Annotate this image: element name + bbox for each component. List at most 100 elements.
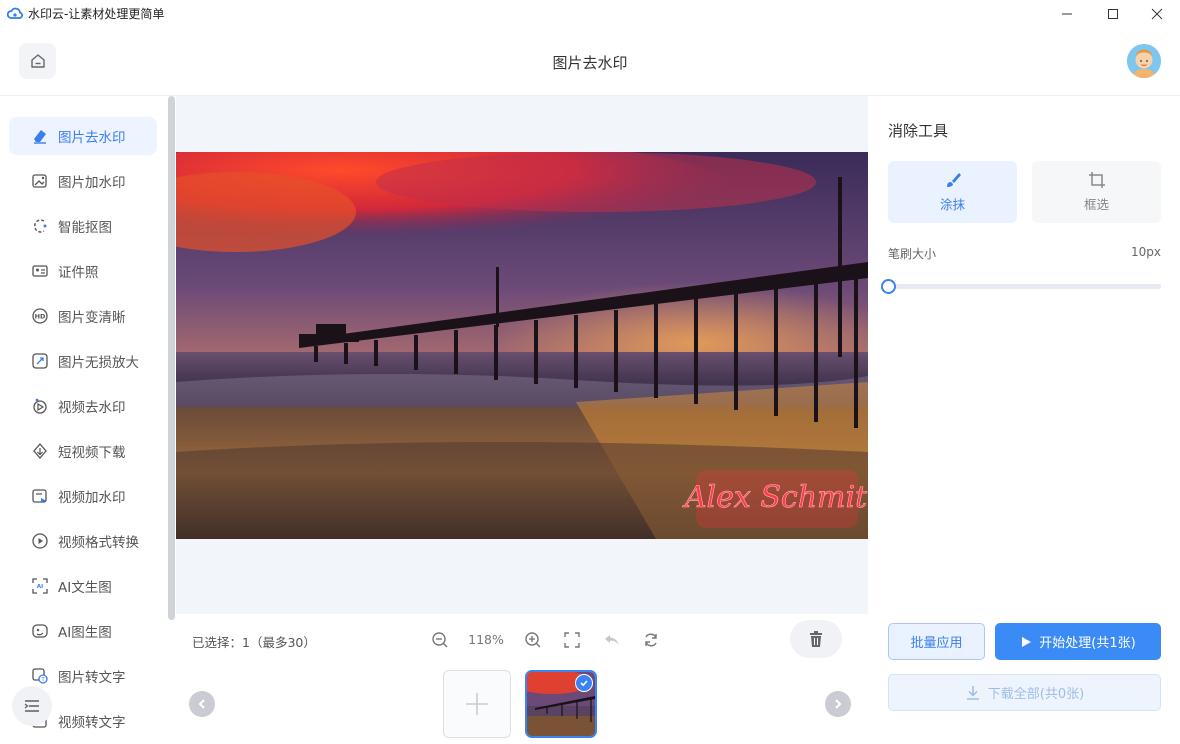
svg-text:Alex Schmit: Alex Schmit <box>682 480 868 515</box>
crop-icon <box>1088 172 1105 188</box>
sidebar-item-image-sharpen[interactable]: HD 图片变清晰 <box>9 297 157 335</box>
next-image-button[interactable] <box>825 691 851 717</box>
panel-heading: 消除工具 <box>888 122 949 140</box>
download-all-label: 下载全部(共0张) <box>987 687 1085 702</box>
zoom-out-icon <box>432 632 448 648</box>
sidebar-item-lossless-enlarge[interactable]: 图片无损放大 <box>9 342 157 380</box>
box-select-mode-label: 框选 <box>1083 197 1109 212</box>
play-icon <box>1022 636 1032 647</box>
sidebar-item-ai-text-to-image[interactable]: AI AI文生图 <box>9 567 157 605</box>
video-eraser-icon <box>31 397 49 415</box>
sidebar-item-label: AI文生图 <box>58 580 112 596</box>
home-icon <box>30 54 45 68</box>
brush-icon <box>946 173 961 187</box>
trash-icon <box>810 631 822 647</box>
close-button[interactable] <box>1134 0 1180 28</box>
home-button[interactable] <box>19 43 56 79</box>
thumbnail-selected-check <box>575 674 593 692</box>
paint-mode-label: 涂抹 <box>939 197 965 212</box>
plus-icon <box>466 693 488 715</box>
batch-apply-button[interactable]: 批量应用 <box>888 623 985 660</box>
sidebar-item-label: 视频去水印 <box>58 400 126 416</box>
sidebar-item-short-video-download[interactable]: 短视频下载 <box>9 432 157 470</box>
download-icon <box>966 685 979 700</box>
start-processing-button[interactable]: 开始处理(共1张) <box>995 623 1161 660</box>
editing-image[interactable]: Alex Schmit <box>176 152 868 539</box>
reset-button[interactable] <box>640 629 662 651</box>
sidebar-item-video-watermark-add[interactable]: 视频加水印 <box>9 477 157 515</box>
box-select-mode-button[interactable]: 框选 <box>1032 161 1161 223</box>
undo-button[interactable] <box>601 629 623 651</box>
sidebar-item-label: AI图生图 <box>58 625 112 641</box>
zoom-level: 118% <box>468 632 504 647</box>
svg-text:AI: AI <box>37 584 43 590</box>
image-add-icon <box>31 172 49 190</box>
menu-icon <box>24 700 39 712</box>
sidebar-item-ai-image-to-image[interactable]: AI图生图 <box>9 612 157 650</box>
fit-screen-button[interactable] <box>561 629 583 651</box>
sidebar-item-video-watermark-remove[interactable]: 视频去水印 <box>9 387 157 425</box>
sidebar-item-label: 图片转文字 <box>58 670 126 686</box>
sidebar-item-label: 视频加水印 <box>58 490 126 506</box>
previous-image-button[interactable] <box>189 691 215 717</box>
sidebar-item-label: 短视频下载 <box>58 445 126 461</box>
minimize-button[interactable] <box>1044 0 1090 28</box>
brush-size-label: 笔刷大小 <box>888 247 937 261</box>
zoom-out-button[interactable] <box>429 629 451 651</box>
svg-text:HD: HD <box>35 313 46 321</box>
eraser-icon <box>31 127 49 145</box>
ocr-icon: T <box>31 667 49 685</box>
sidebar-item-label: 图片去水印 <box>58 130 126 146</box>
start-processing-label: 开始处理(共1张) <box>1039 636 1136 651</box>
sidebar-item-image-watermark-remove[interactable]: 图片去水印 <box>9 117 157 155</box>
cutout-icon <box>31 217 49 235</box>
chevron-right-icon <box>835 699 842 709</box>
enlarge-icon <box>31 352 49 370</box>
sidebar-item-label: 视频格式转换 <box>58 535 139 551</box>
sidebar-item-label: 智能抠图 <box>58 220 112 236</box>
paint-mode-button[interactable]: 涂抹 <box>888 161 1017 223</box>
hd-icon: HD <box>31 307 49 325</box>
zoom-in-icon <box>525 632 541 648</box>
window-title: 水印云-让素材处理更简单 <box>28 7 165 21</box>
add-image-button[interactable] <box>443 670 511 738</box>
video-convert-icon <box>31 532 49 550</box>
sidebar-item-label: 图片无损放大 <box>58 355 139 371</box>
sidebar-item-id-photo[interactable]: 证件照 <box>9 252 157 290</box>
brush-size-slider-handle[interactable] <box>880 279 896 294</box>
chevron-left-icon <box>198 699 205 709</box>
video-download-icon <box>31 442 49 460</box>
selected-count: 已选择：1（最多30） <box>192 635 316 650</box>
brush-size-value: 10px <box>1131 245 1161 259</box>
app-logo-icon <box>6 6 23 22</box>
menu-toggle-button[interactable] <box>12 686 52 726</box>
sidebar-item-label: 视频转文字 <box>58 715 126 731</box>
refresh-icon <box>645 633 657 647</box>
undo-icon <box>605 635 619 645</box>
check-icon <box>580 680 588 687</box>
ai-text-image-icon: AI <box>31 577 49 595</box>
video-add-icon <box>31 487 49 505</box>
delete-button[interactable] <box>790 620 842 658</box>
sidebar-item-label: 图片变清晰 <box>58 310 126 326</box>
close-icon <box>1151 8 1163 20</box>
ai-image-image-icon <box>31 622 49 640</box>
zoom-in-button[interactable] <box>522 629 544 651</box>
user-avatar[interactable] <box>1127 44 1161 78</box>
minimize-icon <box>1062 13 1072 15</box>
sidebar: 图片去水印 图片加水印 智能抠图 证件照 HD 图片变清晰 图片无损放大 视频去… <box>0 96 176 744</box>
sidebar-item-smart-cutout[interactable]: 智能抠图 <box>9 207 157 245</box>
sidebar-item-image-watermark-add[interactable]: 图片加水印 <box>9 162 157 200</box>
watermark-logo: Alex Schmit <box>682 470 868 528</box>
brush-size-slider[interactable] <box>888 284 1161 289</box>
sidebar-item-label: 证件照 <box>58 265 99 281</box>
fullscreen-icon <box>564 632 580 648</box>
title-bar <box>0 0 1180 28</box>
page-title: 图片去水印 <box>552 54 628 72</box>
maximize-button[interactable] <box>1090 0 1136 28</box>
maximize-icon <box>1108 9 1118 19</box>
sidebar-scrollbar[interactable] <box>168 96 175 620</box>
download-all-button[interactable]: 下载全部(共0张) <box>888 674 1161 711</box>
sidebar-item-label: 图片加水印 <box>58 175 126 191</box>
sidebar-item-video-format-convert[interactable]: 视频格式转换 <box>9 522 157 560</box>
